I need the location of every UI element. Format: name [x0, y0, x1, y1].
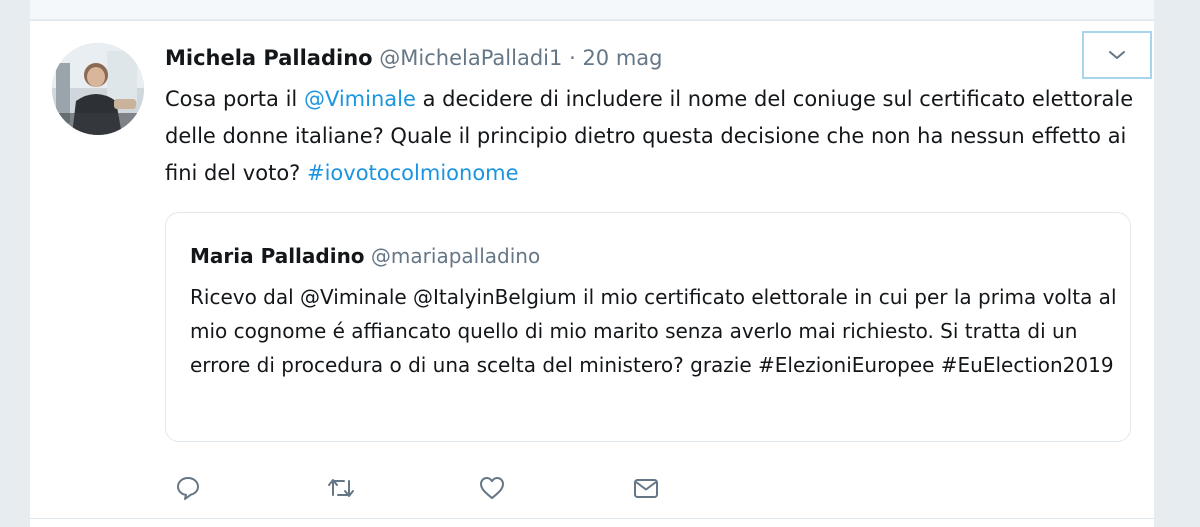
tweet-header: Michela Palladino @MichelaPalladi1 · 20 …	[165, 44, 663, 72]
retweet-icon	[328, 479, 354, 497]
like-button[interactable]	[476, 472, 508, 504]
header-separator: ·	[569, 46, 576, 70]
author-handle[interactable]: @MichelaPalladi1	[379, 46, 562, 70]
chevron-down-icon	[1109, 51, 1125, 59]
retweet-button[interactable]	[325, 472, 357, 504]
reply-button[interactable]	[172, 472, 204, 504]
quoted-author-handle: @mariapalladino	[370, 244, 541, 268]
timeline-page: Michela Palladino @MichelaPalladi1 · 20 …	[0, 0, 1200, 527]
quoted-author-name: Maria Palladino	[190, 244, 365, 268]
reply-icon	[177, 477, 199, 500]
like-icon	[480, 477, 504, 499]
tweet-divider	[30, 518, 1154, 519]
quoted-tweet-header: Maria Palladino @mariapalladino	[190, 243, 540, 269]
tweet-text-part1: Cosa porta il	[165, 87, 304, 111]
tweet-text: Cosa porta il @Viminale a decidere di in…	[165, 81, 1140, 192]
avatar[interactable]	[52, 43, 144, 135]
tweet-date[interactable]: 20 mag	[582, 46, 662, 70]
previous-tweet-edge	[30, 0, 1154, 19]
direct-message-icon	[634, 479, 658, 498]
tweet-actions	[0, 472, 1200, 504]
quoted-tweet[interactable]: Maria Palladino @mariapalladino Ricevo d…	[165, 212, 1131, 442]
avatar-photo	[52, 43, 144, 135]
mention-link[interactable]: @Viminale	[304, 87, 416, 111]
hashtag-link[interactable]: #iovotocolmionome	[307, 161, 519, 185]
direct-message-button[interactable]	[630, 472, 662, 504]
author-name[interactable]: Michela Palladino	[165, 46, 373, 70]
quoted-tweet-text: Ricevo dal @Viminale @ItalyinBelgium il …	[190, 285, 1117, 377]
tweet-menu-button[interactable]	[1082, 31, 1152, 79]
